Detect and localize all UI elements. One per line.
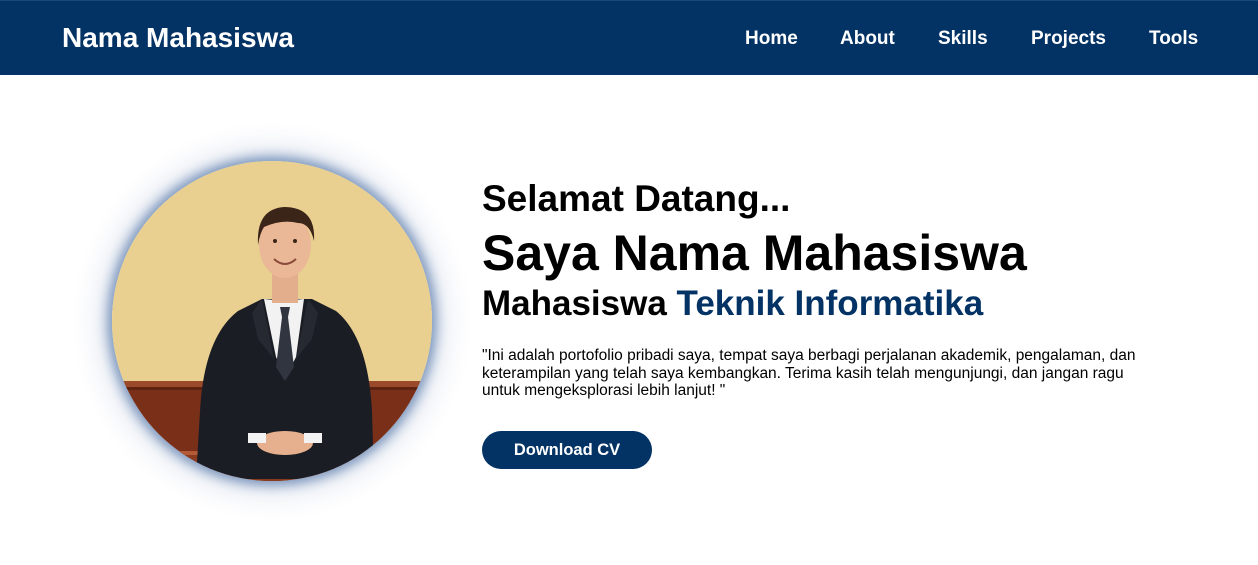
brand-title[interactable]: Nama Mahasiswa xyxy=(62,22,294,54)
name-heading: Saya Nama Mahasiswa xyxy=(482,225,1027,281)
nav-link-projects[interactable]: Projects xyxy=(1031,28,1106,50)
hero-section: Selamat Datang... Saya Nama Mahasiswa Ma… xyxy=(0,75,1258,565)
nav-link-home[interactable]: Home xyxy=(745,28,798,50)
role-highlight: Teknik Informatika xyxy=(676,284,984,323)
role-prefix: Mahasiswa xyxy=(482,284,667,323)
nav-link-about[interactable]: About xyxy=(840,28,895,50)
profile-photo-illustration xyxy=(112,161,432,481)
top-navbar: Nama Mahasiswa Home About Skills Project… xyxy=(0,0,1258,75)
profile-photo xyxy=(112,161,432,481)
download-cv-button[interactable]: Download CV xyxy=(482,431,652,469)
nav-link-tools[interactable]: Tools xyxy=(1149,28,1198,50)
role-heading: Mahasiswa Teknik Informatika xyxy=(482,283,983,325)
welcome-heading: Selamat Datang... xyxy=(482,178,791,219)
bio-text: "Ini adalah portofolio pribadi saya, tem… xyxy=(482,347,1136,399)
nav-link-skills[interactable]: Skills xyxy=(938,28,988,50)
